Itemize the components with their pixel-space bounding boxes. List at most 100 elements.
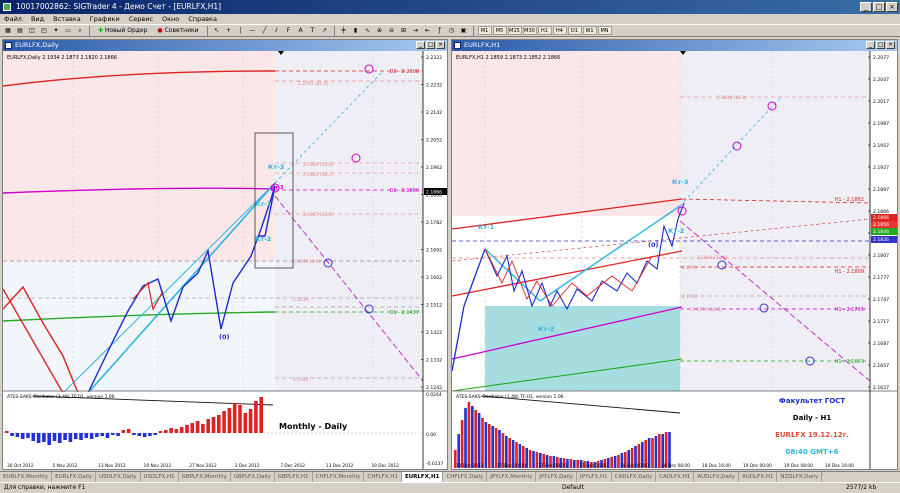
chart-tab[interactable]: JPYLFX,H1 bbox=[577, 472, 612, 482]
timeframe-button-m1[interactable]: M1 bbox=[477, 26, 492, 35]
zoom-in-icon[interactable]: ⊕ bbox=[375, 25, 385, 36]
close-button[interactable]: × bbox=[886, 2, 898, 12]
chart-tab[interactable]: CHFLFX,Monthly bbox=[313, 472, 365, 482]
templates-icon[interactable]: ▣ bbox=[459, 25, 469, 36]
date-axis-label: 19 Dec 00:00 bbox=[743, 463, 772, 469]
navigator-icon[interactable]: ✦ bbox=[51, 25, 61, 36]
chart-tab[interactable]: CADLFX,Daily bbox=[612, 472, 657, 482]
chart-tab[interactable]: EURLFX,Daily bbox=[52, 472, 97, 482]
chart-tab[interactable]: EURLFX,Monthly bbox=[0, 472, 53, 482]
timeframe-button-d1[interactable]: D1 bbox=[567, 26, 582, 35]
tester-icon[interactable]: ⌕ bbox=[75, 25, 85, 36]
daily-chart-canvas[interactable]: 2.2322 2.2232 2.2142 2.2052 2.1962 2.1866 2.17… bbox=[3, 51, 447, 469]
osc-bar bbox=[201, 424, 205, 433]
chart-tab[interactable]: EURLFX,H1 bbox=[401, 472, 444, 482]
chart-maximize-button[interactable]: □ bbox=[426, 41, 435, 49]
new-order-button[interactable]: ✚ Новый Ордер bbox=[94, 25, 151, 36]
tile-windows-icon[interactable]: ⊞ bbox=[399, 25, 409, 36]
chart-tab[interactable]: JPYLFX,Daily bbox=[536, 472, 578, 482]
timeframe-button-m5[interactable]: M5 bbox=[492, 26, 507, 35]
h1-chart-canvas[interactable]: Кт-1 Кт-2 Кт-3 Кт-2 (0) 2.2077 2.2047 2.20… bbox=[452, 51, 897, 469]
osc-bar bbox=[573, 460, 576, 468]
menu-item[interactable]: Вставка bbox=[53, 14, 81, 24]
menu-item[interactable]: Сервис bbox=[129, 14, 153, 24]
chart-window-h1[interactable]: EURLFX,H1 _ □ × Кт-1 Кт-2 Кт-3 Кт-2 (0) … bbox=[451, 39, 898, 470]
chart-minimize-button[interactable]: _ bbox=[416, 41, 425, 49]
bar-chart-icon[interactable]: ╪ bbox=[339, 25, 349, 36]
osc-bar bbox=[217, 415, 221, 433]
osc-bar bbox=[206, 419, 210, 433]
indicators-icon[interactable]: ƒ bbox=[435, 25, 445, 36]
chart-shift-icon[interactable]: ⇤ bbox=[423, 25, 433, 36]
trendline-icon[interactable]: ╱ bbox=[260, 25, 270, 36]
chart-tab[interactable]: AUDLFX,H1 bbox=[739, 472, 778, 482]
timeframe-button-m15[interactable]: M15 bbox=[507, 26, 522, 35]
vertical-line-icon[interactable]: | bbox=[236, 25, 246, 36]
chart-tab[interactable]: GBPLFX,H1 bbox=[275, 472, 313, 482]
menu-item[interactable]: Окно bbox=[162, 14, 179, 24]
daily-osc-title: ATES-SAKS-Oscillator (1,48) TF:D1, versi… bbox=[7, 394, 115, 400]
periods-icon[interactable]: ◷ bbox=[447, 25, 457, 36]
chart-window-daily[interactable]: EURLFX,Daily _ □ × 2.2322 2.2232 2.2142 … bbox=[2, 39, 448, 470]
chart-tab[interactable]: CHFLFX,H1 bbox=[364, 472, 402, 482]
osc-bar bbox=[569, 459, 573, 468]
market-watch-icon[interactable]: ◫ bbox=[27, 25, 37, 36]
profiles-icon[interactable]: ▤ bbox=[15, 25, 25, 36]
chart-tab[interactable]: AUDLFX,Daily bbox=[694, 472, 740, 482]
chart-tab[interactable]: USDLFX,Daily bbox=[96, 472, 141, 482]
terminal-icon[interactable]: ▭ bbox=[63, 25, 73, 36]
osc-bar bbox=[211, 417, 216, 433]
chart-maximize-button[interactable]: □ bbox=[876, 41, 885, 49]
osc-bar bbox=[105, 433, 110, 438]
new-chart-icon[interactable]: ▦ bbox=[3, 25, 13, 36]
data-window-icon[interactable]: ◰ bbox=[39, 25, 49, 36]
chart-tab[interactable]: JPYLFX,Monthly bbox=[487, 472, 537, 482]
timeframe-button-h1[interactable]: H1 bbox=[537, 26, 552, 35]
menu-item[interactable]: Графики bbox=[90, 14, 120, 24]
chart-close-button[interactable]: × bbox=[886, 41, 895, 49]
timeframe-button-h4[interactable]: H4 bbox=[552, 26, 567, 35]
osc-bar bbox=[26, 433, 30, 438]
osc-bar bbox=[471, 406, 474, 468]
experts-button[interactable]: ● Советники bbox=[153, 25, 202, 36]
chart-tab[interactable]: USDLFX,H1 bbox=[141, 472, 179, 482]
menu-item[interactable]: Файл bbox=[4, 14, 22, 24]
chart-tab[interactable]: GBPLFX,Daily bbox=[231, 472, 275, 482]
timeframe-button-m30[interactable]: M30 bbox=[522, 26, 537, 35]
chart-tab[interactable]: GBPLFX,Monthly bbox=[179, 472, 231, 482]
h1-chart-header: EURLFX,H1 2.1859 2.1873 2.1852 2.1866 bbox=[456, 55, 560, 61]
chart-close-button[interactable]: × bbox=[436, 41, 445, 49]
candle-chart-icon[interactable]: ▮ bbox=[351, 25, 361, 36]
price-axis-label: 2.1422 bbox=[426, 330, 442, 336]
horizontal-line-icon[interactable]: — bbox=[248, 25, 258, 36]
fibo-icon[interactable]: F bbox=[284, 25, 294, 36]
osc-bar bbox=[121, 430, 126, 433]
autoscroll-icon[interactable]: ⇥ bbox=[411, 25, 421, 36]
date-axis-label: 17 Dec 08:00 bbox=[538, 463, 567, 469]
price-axis-label: 2.2322 bbox=[426, 55, 442, 61]
zoom-out-icon[interactable]: ⊖ bbox=[387, 25, 397, 36]
date-axis-label: 18 Dec 00:00 bbox=[620, 463, 649, 469]
line-chart-icon[interactable]: ∿ bbox=[363, 25, 373, 36]
price-axis-label: 2.1627 bbox=[873, 385, 889, 391]
crosshair-icon[interactable]: + bbox=[224, 25, 234, 36]
chart-tab[interactable]: NZDLFX,Daily bbox=[777, 472, 823, 482]
cursor-icon[interactable]: ↖ bbox=[212, 25, 222, 36]
current-price-tag: 2.1866 bbox=[426, 190, 442, 196]
menu-item[interactable]: Вид bbox=[31, 14, 44, 24]
chart-tab[interactable]: CHFLFX,Daily bbox=[443, 472, 488, 482]
timeframe-button-mn[interactable]: MN bbox=[597, 26, 612, 35]
text-icon[interactable]: A bbox=[296, 25, 306, 36]
fibo-label: 2.1730 (50.0) bbox=[692, 307, 722, 313]
chart-tab[interactable]: CADLFX,H1 bbox=[656, 472, 695, 482]
minimize-button[interactable]: _ bbox=[860, 2, 872, 12]
menu-item[interactable]: Справка bbox=[188, 14, 217, 24]
timeframe-button-w1[interactable]: W1 bbox=[582, 26, 597, 35]
arrow-icon[interactable]: ↗ bbox=[320, 25, 330, 36]
maximize-button[interactable]: □ bbox=[873, 2, 885, 12]
toolbar-separator bbox=[333, 25, 335, 36]
channel-icon[interactable]: ⫽ bbox=[272, 25, 282, 36]
label-icon[interactable]: T bbox=[308, 25, 318, 36]
fibo-label: 2.1847 (23.6) bbox=[303, 212, 333, 218]
chart-minimize-button[interactable]: _ bbox=[866, 41, 875, 49]
